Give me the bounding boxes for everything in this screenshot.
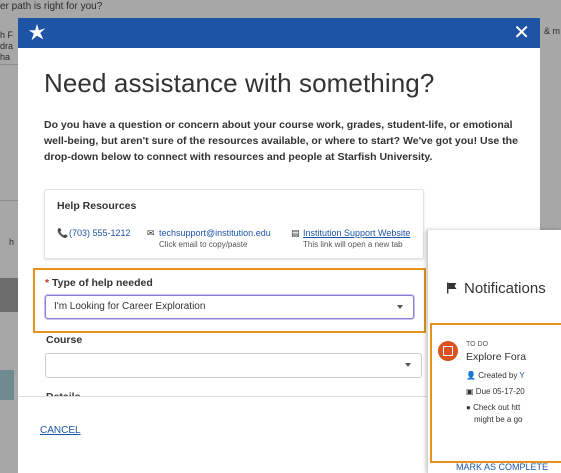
todo-info-cont: might be a go (474, 415, 523, 424)
type-of-help-field: * Type of help needed I'm Looking for Ca… (33, 268, 426, 333)
background-left-text: h F dra ha (0, 30, 14, 62)
background-marker: h (9, 237, 15, 247)
todo-tag: TO DO (466, 341, 489, 348)
course-label: Course (46, 334, 83, 346)
background-accent (0, 370, 14, 400)
info-icon: ● (466, 403, 471, 412)
close-icon[interactable]: ✕ (513, 23, 530, 43)
todo-checkbox-icon (438, 341, 458, 361)
help-resources-card: Help Resources 📞(703) 555-1212 ✉ techsupp… (44, 189, 424, 259)
flag-icon (447, 282, 457, 294)
phone-item[interactable]: 📞(703) 555-1212 (57, 228, 131, 239)
chevron-down-icon (405, 363, 411, 367)
notifications-panel: Notifications TO DO Explore Fora 👤 Creat… (427, 230, 561, 473)
todo-due: ▣ Due 05-17-20 (466, 387, 525, 396)
cancel-button[interactable]: CANCEL (40, 425, 81, 436)
email-item[interactable]: ✉ techsupport@institution.edu Click email… (147, 228, 271, 249)
help-resources-title: Help Resources (57, 200, 137, 212)
background-right-text: & m (544, 26, 561, 36)
todo-created: 👤 Created by Y (466, 371, 525, 380)
type-of-help-select[interactable]: I'm Looking for Career Exploration (45, 295, 414, 319)
starfish-logo-icon (28, 23, 46, 41)
chevron-down-icon (397, 305, 403, 309)
support-website-link[interactable]: Institution Support Website (303, 228, 410, 238)
todo-notification-card[interactable]: TO DO Explore Fora 👤 Created by Y ▣ Due … (430, 323, 561, 463)
mark-as-complete-button[interactable]: MARK AS COMPLETE (456, 462, 548, 472)
support-email[interactable]: techsupport@institution.edu (159, 228, 271, 238)
website-icon: ▤ (291, 228, 300, 238)
website-hint: This link will open a new tab (303, 240, 403, 249)
phone-icon: 📞 (57, 228, 69, 238)
type-of-help-label: * Type of help needed (45, 277, 153, 289)
todo-title[interactable]: Explore Fora (466, 351, 526, 363)
modal-title: Need assistance with something? (44, 68, 435, 98)
type-of-help-value: I'm Looking for Career Exploration (54, 301, 206, 312)
help-resources-row: 📞(703) 555-1212 ✉ techsupport@institution… (57, 228, 415, 252)
phone-number: (703) 555-1212 (69, 228, 131, 238)
email-hint: Click email to copy/paste (159, 240, 248, 249)
notifications-title: Notifications (446, 280, 546, 297)
required-mark: * (45, 277, 50, 289)
course-select[interactable] (45, 353, 422, 378)
modal-intro: Do you have a question or concern about … (44, 119, 518, 163)
person-icon: 👤 (466, 371, 476, 380)
modal-header: ✕ (18, 18, 540, 48)
background-heading: er path is right for you? (0, 1, 103, 12)
website-item[interactable]: ▤ Institution Support Website This link w… (291, 228, 410, 249)
todo-info: ● Check out htt (466, 403, 521, 412)
creator-link[interactable]: Y (519, 371, 524, 380)
calendar-icon: ▣ (466, 387, 474, 396)
mail-icon: ✉ (147, 228, 155, 238)
